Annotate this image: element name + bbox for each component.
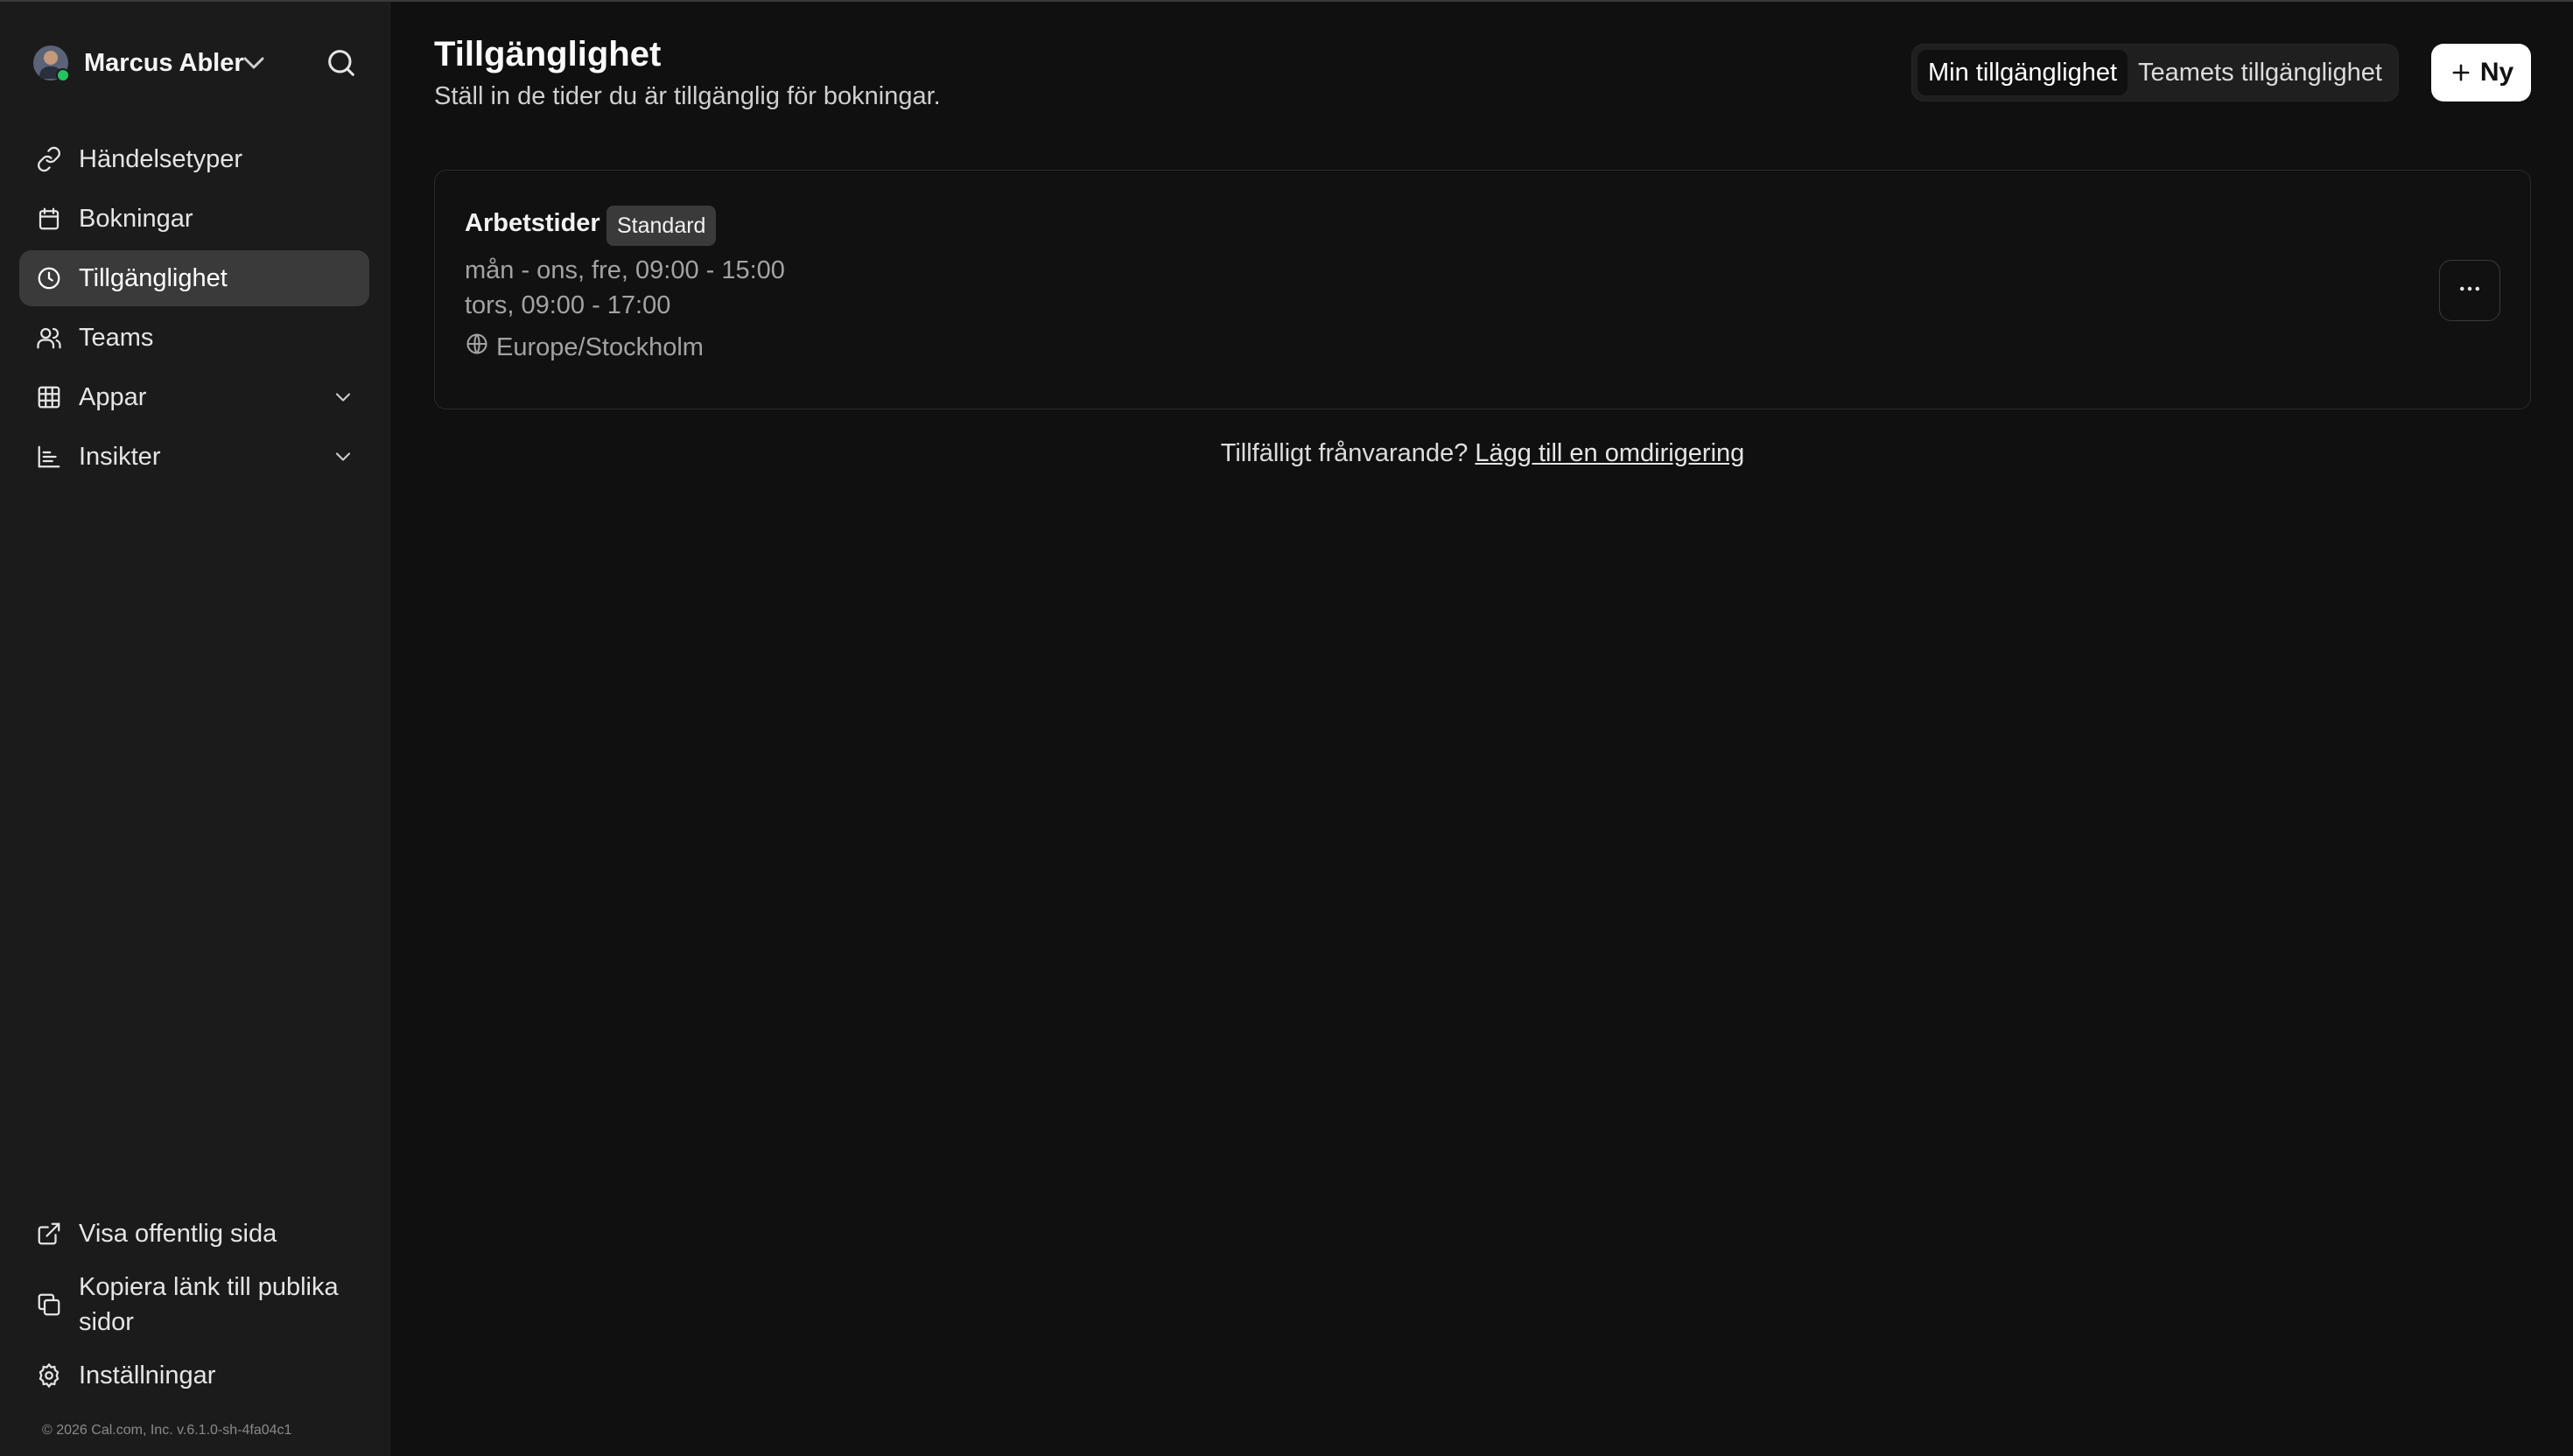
sidebar-item-appar[interactable]: Appar	[19, 369, 369, 425]
globe-icon	[465, 332, 489, 363]
out-of-office-row: Tillfälligt frånvarande? Lägg till en om…	[434, 439, 2531, 468]
sidebar-item-label: Visa offentlig sida	[79, 1220, 277, 1248]
chevron-down-icon[interactable]	[236, 46, 271, 85]
clock-icon	[35, 264, 63, 292]
sidebar-item-insikter[interactable]: Insikter	[19, 429, 369, 485]
sidebar-item-tillganglighet[interactable]: Tillgänglighet	[19, 250, 369, 306]
main-content: Tillgänglighet Ställ in de tider du är t…	[390, 2, 2573, 1456]
search-icon[interactable]	[324, 46, 359, 85]
timezone-label: Europe/Stockholm	[496, 332, 704, 361]
main-nav: Händelsetyper Bokningar Tillgänglighet T…	[19, 131, 369, 488]
toggle-my-availability[interactable]: Min tillgänglighet	[1917, 50, 2128, 95]
sidebar-item-label: Insikter	[79, 442, 161, 471]
sidebar-item-handelsetyper[interactable]: Händelsetyper	[19, 131, 369, 187]
version-footer: © 2026 Cal.com, Inc. v.6.1.0-sh-4fa04c1	[42, 1423, 292, 1438]
page-title: Tillgänglighet	[434, 35, 662, 74]
external-link-icon	[35, 1220, 63, 1248]
sidebar-item-label: Bokningar	[79, 204, 193, 233]
sidebar-item-label: Kopiera länk till publika sidor	[79, 1273, 339, 1336]
sidebar-item-installningar[interactable]: Inställningar	[19, 1348, 369, 1404]
sidebar-item-label: Inställningar	[79, 1362, 216, 1390]
avatar	[33, 46, 70, 82]
more-options-button[interactable]	[2439, 260, 2500, 321]
link-icon	[35, 145, 63, 173]
view-public-page-link[interactable]: Visa offentlig sida	[19, 1206, 369, 1262]
user-menu[interactable]: Marcus Abler	[33, 44, 244, 82]
schedule-hours-line-2: tors, 09:00 - 17:00	[465, 291, 671, 319]
sidebar-item-bokningar[interactable]: Bokningar	[19, 191, 369, 247]
user-name: Marcus Abler	[84, 48, 244, 77]
schedule-card[interactable]: Arbetstider Standard mån - ons, fre, 09:…	[434, 170, 2531, 410]
chevron-down-icon	[331, 444, 355, 476]
schedule-name: Arbetstider	[465, 209, 600, 237]
add-redirect-link[interactable]: Lägg till en omdirigering	[1475, 439, 1744, 467]
toggle-team-availability[interactable]: Teamets tillgänglighet	[2128, 50, 2393, 95]
calendar-icon	[35, 205, 63, 233]
sidebar-item-label: Appar	[79, 382, 147, 411]
users-icon	[35, 324, 63, 352]
availability-toggle: Min tillgänglighet Teamets tillgänglighe…	[1911, 44, 2399, 102]
online-status-dot	[56, 68, 70, 82]
sidebar-item-label: Tillgänglighet	[79, 263, 228, 292]
sidebar-item-label: Händelsetyper	[79, 144, 242, 173]
new-schedule-button[interactable]: Ny	[2431, 44, 2531, 102]
copy-public-link-button[interactable]: Kopiera länk till publika sidor	[19, 1265, 369, 1344]
ooo-question: Tillfälligt frånvarande?	[1220, 439, 1469, 467]
bottom-nav: Visa offentlig sida Kopiera länk till pu…	[19, 1206, 369, 1407]
plus-icon	[2449, 60, 2473, 85]
sidebar: Marcus Abler Händelsetyper Bokningar Til…	[0, 2, 390, 1456]
schedule-hours-line-1: mån - ons, fre, 09:00 - 15:00	[465, 256, 785, 284]
default-badge: Standard	[606, 206, 717, 246]
chart-icon	[35, 443, 63, 471]
chevron-down-icon	[331, 385, 355, 416]
page-subtitle: Ställ in de tider du är tillgänglig för …	[434, 82, 941, 110]
sidebar-item-label: Teams	[79, 323, 154, 352]
ellipsis-icon	[2457, 276, 2483, 306]
grid-icon	[35, 383, 63, 411]
copy-icon	[35, 1291, 63, 1319]
sidebar-item-teams[interactable]: Teams	[19, 310, 369, 366]
new-button-label: Ny	[2479, 58, 2514, 87]
schedule-timezone: Europe/Stockholm	[465, 332, 704, 363]
gear-icon	[35, 1362, 63, 1390]
